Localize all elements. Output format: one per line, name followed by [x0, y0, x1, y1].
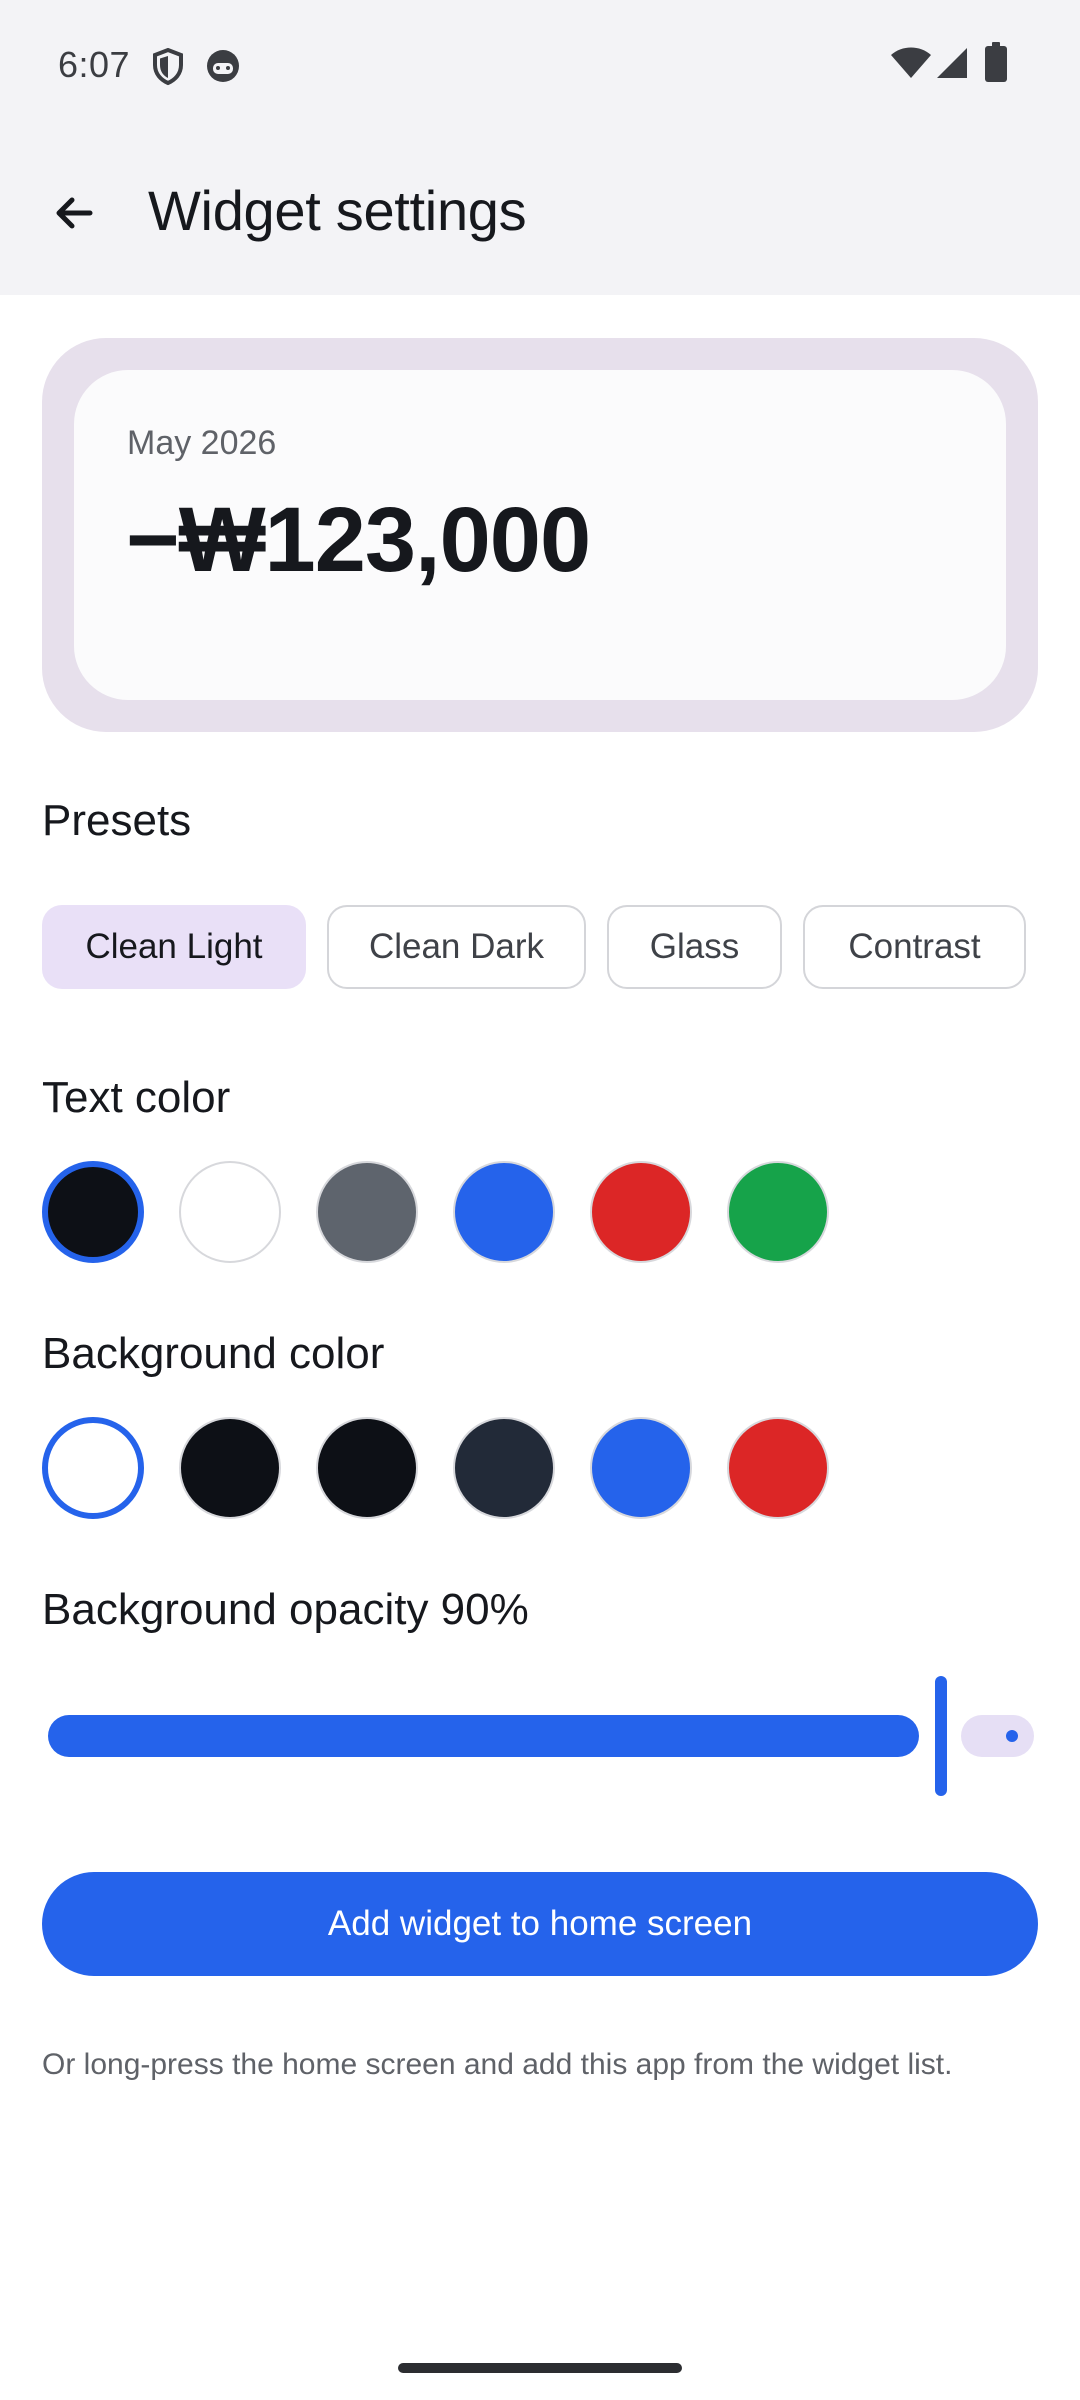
- signal-icon: [937, 48, 967, 78]
- shield-icon: [153, 48, 183, 86]
- app-bar: Widget settings: [0, 130, 1080, 295]
- text-color-swatch[interactable]: [453, 1161, 555, 1263]
- wifi-icon: [891, 47, 931, 78]
- preview-month: May 2026: [127, 424, 277, 462]
- add-widget-button[interactable]: Add widget to home screen: [42, 1872, 1038, 1976]
- widget-preview-card: May 2026 −₩123,000: [74, 370, 1006, 700]
- widget-preview-frame: May 2026 −₩123,000: [42, 338, 1038, 732]
- preset-chip-clean-light[interactable]: Clean Light: [42, 905, 306, 989]
- slider-thumb[interactable]: [935, 1676, 947, 1796]
- status-bar: 6:07: [0, 0, 1080, 130]
- text-color-swatch[interactable]: [42, 1161, 144, 1263]
- back-button[interactable]: [34, 173, 114, 253]
- preset-chip-clean-dark[interactable]: Clean Dark: [327, 905, 586, 989]
- background-color-swatch[interactable]: [42, 1417, 144, 1519]
- preview-amount: −₩123,000: [126, 489, 591, 591]
- arrow-back-icon: [56, 197, 93, 229]
- preset-chip-glass[interactable]: Glass: [607, 905, 782, 989]
- background-color-swatch[interactable]: [727, 1417, 829, 1519]
- slider-inactive-track: [961, 1715, 1034, 1757]
- text-color-swatch[interactable]: [179, 1161, 281, 1263]
- top-area: 6:07 Widget settings: [0, 0, 1080, 295]
- background-color-swatch[interactable]: [179, 1417, 281, 1519]
- slider-stop-indicator: [1006, 1730, 1018, 1742]
- background-color-title: Background color: [42, 1329, 385, 1378]
- hint-text: Or long-press the home screen and add th…: [42, 2048, 953, 2081]
- preset-chip-contrast[interactable]: Contrast: [803, 905, 1026, 989]
- app-notification-icon: [207, 50, 239, 82]
- slider-active-track: [48, 1715, 919, 1757]
- text-color-swatch[interactable]: [316, 1161, 418, 1263]
- status-time: 6:07: [58, 44, 131, 85]
- background-color-swatch[interactable]: [590, 1417, 692, 1519]
- background-color-swatch[interactable]: [453, 1417, 555, 1519]
- text-color-swatch[interactable]: [727, 1161, 829, 1263]
- presets-title: Presets: [42, 796, 192, 845]
- text-color-title: Text color: [42, 1073, 231, 1122]
- opacity-slider[interactable]: [42, 1670, 1038, 1800]
- battery-icon: [985, 42, 1007, 82]
- text-color-swatch[interactable]: [590, 1161, 692, 1263]
- home-indicator[interactable]: [398, 2363, 682, 2373]
- background-color-swatch[interactable]: [316, 1417, 418, 1519]
- page-title: Widget settings: [148, 179, 527, 242]
- opacity-title: Background opacity 90%: [42, 1585, 529, 1634]
